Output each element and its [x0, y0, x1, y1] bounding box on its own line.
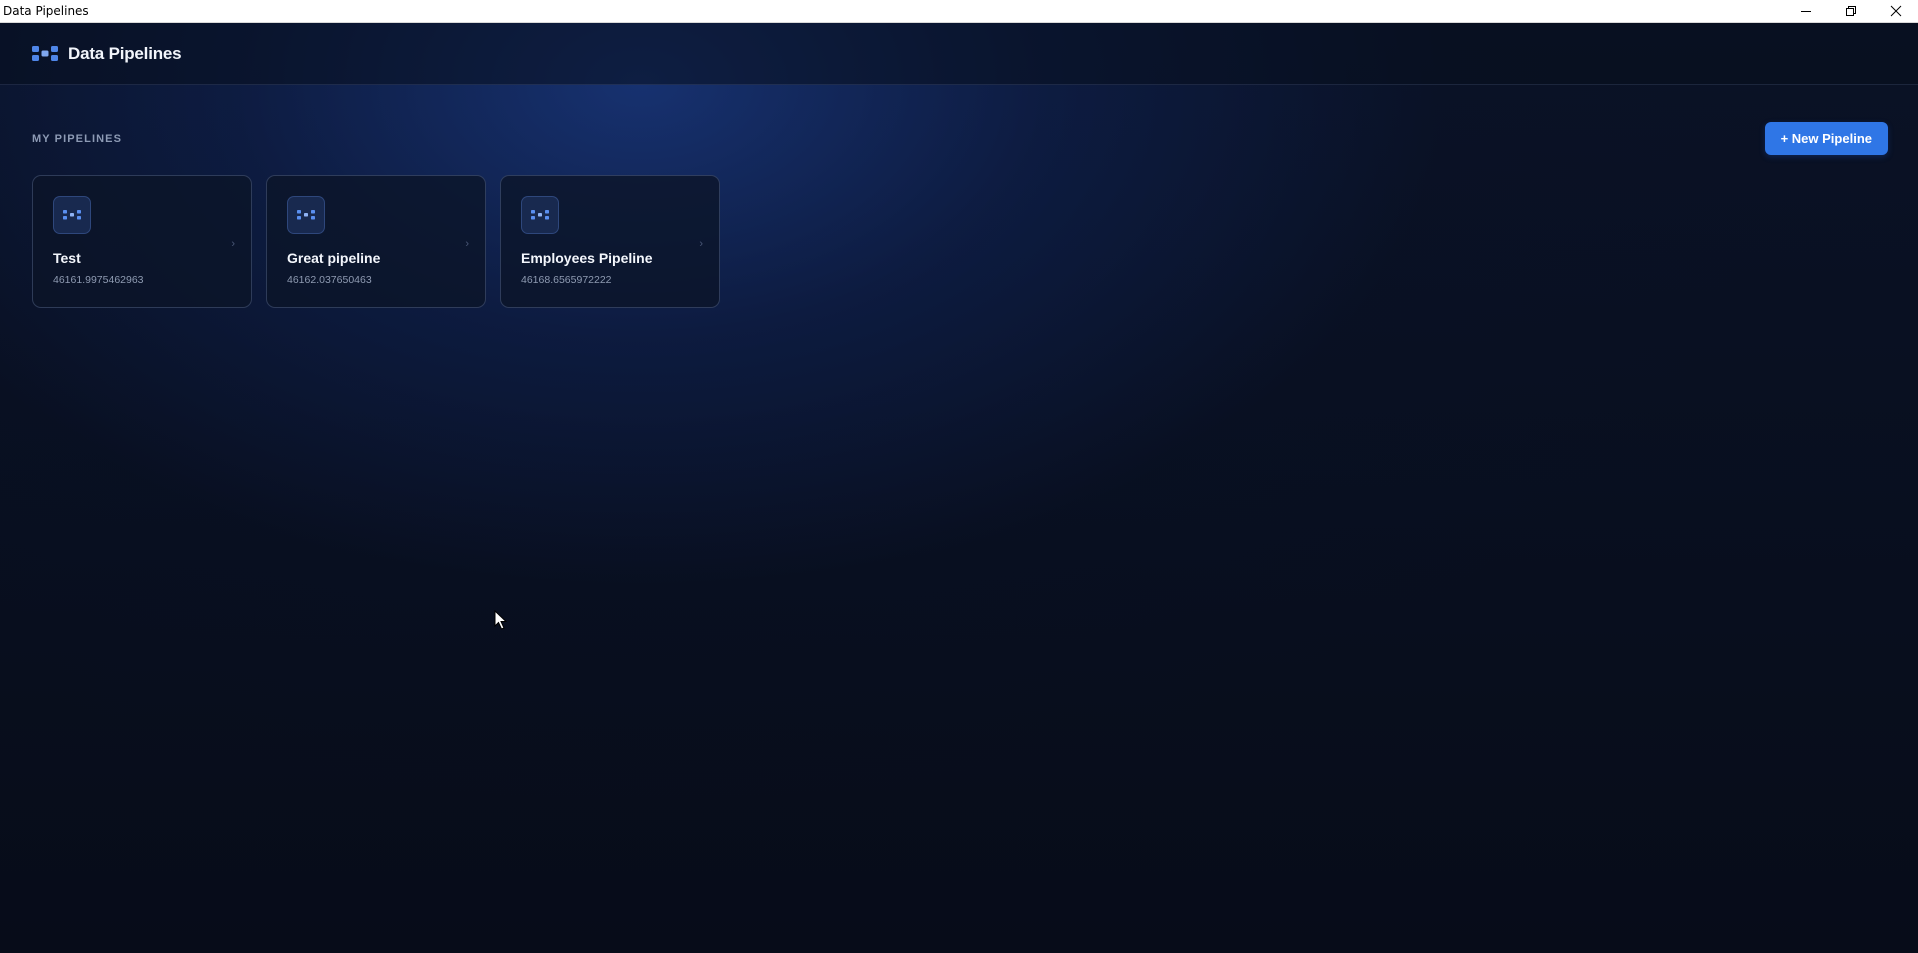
pipeline-card[interactable]: Test 46161.9975462963 › [32, 175, 252, 308]
app-header: Data Pipelines [0, 23, 1918, 85]
pipelines-section-header: MY PIPELINES + New Pipeline [32, 122, 1888, 155]
mouse-cursor-icon [494, 610, 508, 630]
window-title: Data Pipelines [3, 4, 89, 18]
pipeline-icon [287, 196, 325, 234]
pipeline-card[interactable]: Great pipeline 46162.037650463 › [266, 175, 486, 308]
window-controls [1783, 0, 1918, 22]
restore-button[interactable] [1828, 0, 1873, 22]
close-button[interactable] [1873, 0, 1918, 22]
minimize-icon [1800, 11, 1811, 12]
chevron-right-icon: › [231, 238, 235, 250]
pipeline-card-list: Test 46161.9975462963 › Great pipeline 4… [32, 175, 720, 308]
restore-icon [1845, 6, 1856, 16]
minimize-button[interactable] [1783, 0, 1828, 22]
pipeline-icon [53, 196, 91, 234]
app-title: Data Pipelines [68, 43, 182, 63]
pipeline-name: Test [53, 250, 81, 266]
pipeline-card[interactable]: Employees Pipeline 46168.6565972222 › [500, 175, 720, 308]
pipeline-icon [521, 196, 559, 234]
pipeline-meta: 46162.037650463 [287, 274, 372, 286]
close-icon [1890, 5, 1901, 17]
pipeline-meta: 46168.6565972222 [521, 274, 612, 286]
chevron-right-icon: › [699, 238, 703, 250]
chevron-right-icon: › [465, 238, 469, 250]
window-titlebar: Data Pipelines [0, 0, 1918, 23]
section-title: MY PIPELINES [32, 132, 123, 145]
pipeline-name: Employees Pipeline [521, 250, 653, 266]
pipeline-nodes-icon [32, 45, 58, 61]
app-main: Data Pipelines MY PIPELINES + New Pipeli… [0, 23, 1918, 953]
new-pipeline-button[interactable]: + New Pipeline [1764, 122, 1888, 155]
pipeline-meta: 46161.9975462963 [53, 274, 144, 286]
pipeline-name: Great pipeline [287, 250, 381, 266]
